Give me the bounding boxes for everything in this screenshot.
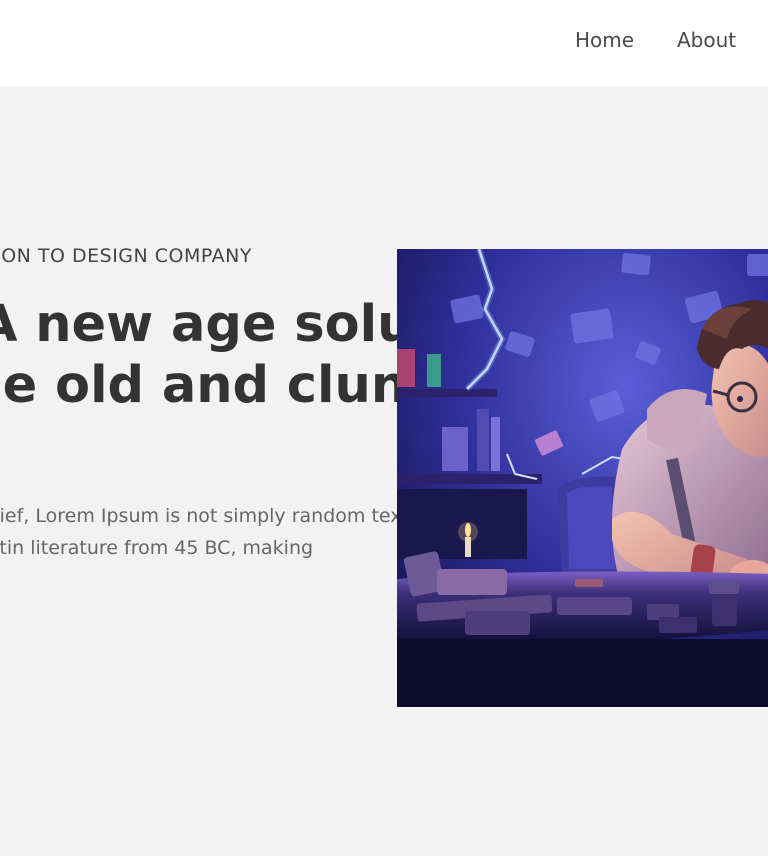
hero-eyebrow: A NEW AGE SOLUTION TO DESIGN COMPANY bbox=[0, 245, 252, 267]
hero-illustration bbox=[397, 249, 768, 707]
nav-link-about[interactable]: About bbox=[677, 28, 736, 52]
navbar: Home About bbox=[0, 0, 768, 86]
hero-section: A NEW AGE SOLUTION TO DESIGN COMPANY A n… bbox=[0, 86, 768, 856]
nav-link-home[interactable]: Home bbox=[575, 28, 634, 52]
hero-description-line-2: It has roots in a piece of classical Lat… bbox=[0, 537, 314, 559]
hero-description-line-1: Contrary to popular belief, Lorem Ipsum … bbox=[0, 505, 415, 527]
